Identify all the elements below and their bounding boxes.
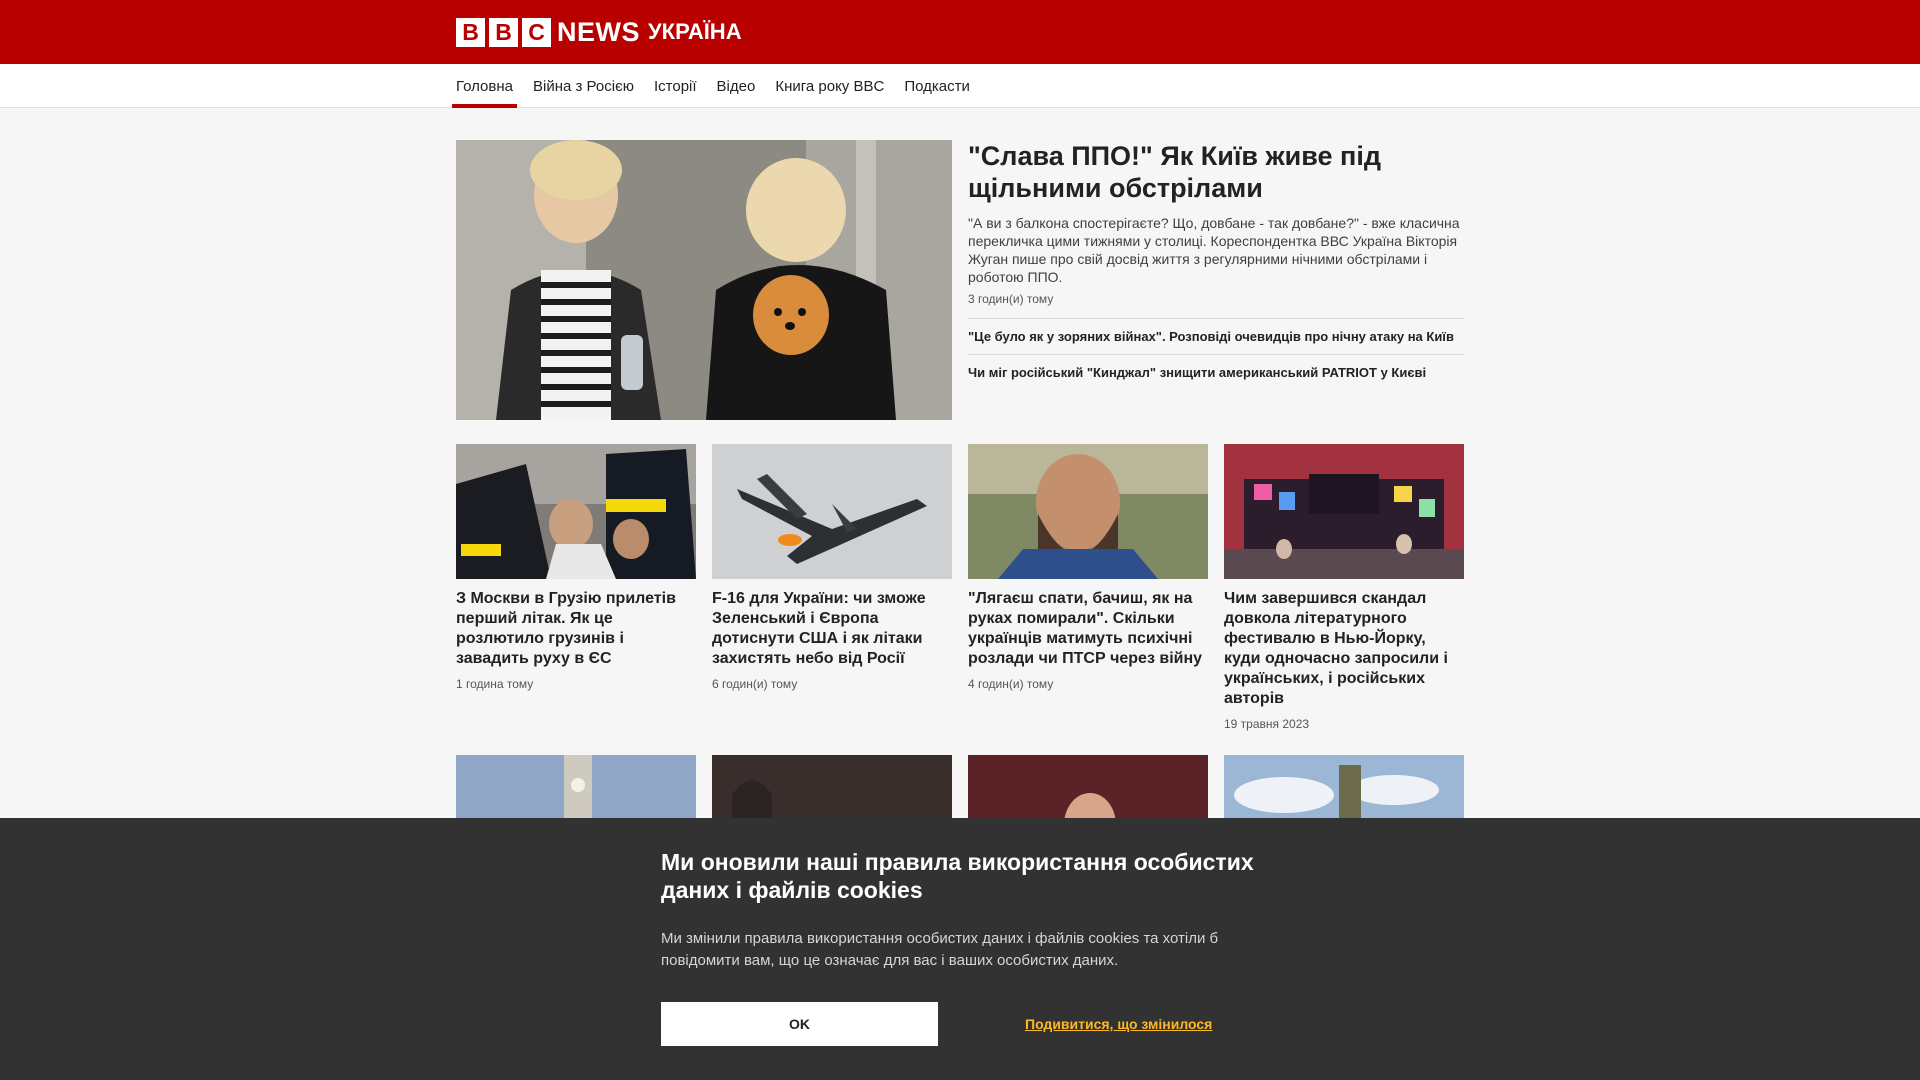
main-content: "Слава ППО!" Як Київ живе під щільними о… xyxy=(456,108,1465,890)
cookie-banner-title: Ми оновили наші правила використання осо… xyxy=(661,849,1254,903)
cookie-banner: Ми оновили наші правила використання осо… xyxy=(0,818,1920,1080)
top-story-headline[interactable]: "Слава ППО!" Як Київ живе під щільними о… xyxy=(968,140,1465,204)
story-card[interactable]: Чим завершився скандал довкола літератур… xyxy=(1224,444,1464,731)
bbc-logo-letter-b1: B xyxy=(456,17,485,47)
what-changed-link[interactable]: Подивитися, що змінилося xyxy=(1025,1016,1212,1032)
story-card-image[interactable] xyxy=(712,444,952,579)
story-card-image[interactable] xyxy=(456,444,696,579)
cookie-banner-actions: OK Подивитися, що змінилося xyxy=(661,1002,1261,1046)
related-link[interactable]: Чи міг російський "Кинджал" знищити амер… xyxy=(968,355,1465,390)
story-card-title[interactable]: Чим завершився скандал довкола літератур… xyxy=(1224,589,1464,709)
related-link[interactable]: "Це було як у зоряних війнах". Розповіді… xyxy=(968,319,1465,355)
top-story-text: "Слава ППО!" Як Київ живе під щільними о… xyxy=(968,140,1465,420)
related-links: "Це було як у зоряних війнах". Розповіді… xyxy=(968,318,1465,390)
top-story-image[interactable] xyxy=(456,140,952,420)
top-bar: B B C NEWS УКРАЇНА xyxy=(0,0,1920,64)
cookie-banner-text: Ми змінили правила використання особисти… xyxy=(661,930,1219,969)
story-card-title[interactable]: F-16 для України: чи зможе Зеленський і … xyxy=(712,589,952,669)
story-card-timestamp: 19 травня 2023 xyxy=(1224,717,1310,731)
cookie-ok-button[interactable]: OK xyxy=(661,1002,938,1046)
story-card-timestamp: 1 година тому xyxy=(456,677,534,691)
logo-news-text: NEWS xyxy=(557,16,640,47)
top-story: "Слава ППО!" Як Київ живе під щільними о… xyxy=(456,140,1465,420)
nav-item-war-with-russia[interactable]: Війна з Росією xyxy=(529,64,638,108)
top-story-timestamp: 3 годин(и) тому xyxy=(968,292,1054,306)
nav-item-podcasts[interactable]: Подкасти xyxy=(900,64,974,108)
story-grid: З Москви в Грузію прилетів перший літак.… xyxy=(456,444,1465,731)
story-card-title[interactable]: "Лягаєш спати, бачиш, як на руках помира… xyxy=(968,589,1208,669)
top-story-summary: "А ви з балкона спостерігаєте? Що, довба… xyxy=(968,215,1460,285)
story-card[interactable]: "Лягаєш спати, бачиш, як на руках помира… xyxy=(968,444,1208,731)
nav-item-video[interactable]: Відео xyxy=(713,64,760,108)
logo-container[interactable]: B B C NEWS УКРАЇНА xyxy=(456,0,1465,64)
story-card[interactable]: F-16 для України: чи зможе Зеленський і … xyxy=(712,444,952,731)
story-card-timestamp: 6 годин(и) тому xyxy=(712,677,798,691)
bbc-logo-letter-c: C xyxy=(522,17,551,47)
logo-service-name: УКРАЇНА xyxy=(648,19,742,44)
story-card-title[interactable]: З Москви в Грузію прилетів перший літак.… xyxy=(456,589,696,669)
main-navigation: Головна Війна з Росією Історії Відео Кни… xyxy=(0,64,1920,108)
bbc-logo-letter-b2: B xyxy=(489,17,518,47)
bbc-logo[interactable]: B B C xyxy=(456,17,551,47)
story-card[interactable]: З Москви в Грузію прилетів перший літак.… xyxy=(456,444,696,731)
nav-item-book-of-year[interactable]: Книга року BBC xyxy=(771,64,888,108)
story-card-timestamp: 4 годин(и) тому xyxy=(968,677,1054,691)
story-card-image[interactable] xyxy=(1224,444,1464,579)
story-card-image[interactable] xyxy=(968,444,1208,579)
nav-item-home[interactable]: Головна xyxy=(452,64,517,108)
nav-item-stories[interactable]: Історії xyxy=(650,64,701,108)
